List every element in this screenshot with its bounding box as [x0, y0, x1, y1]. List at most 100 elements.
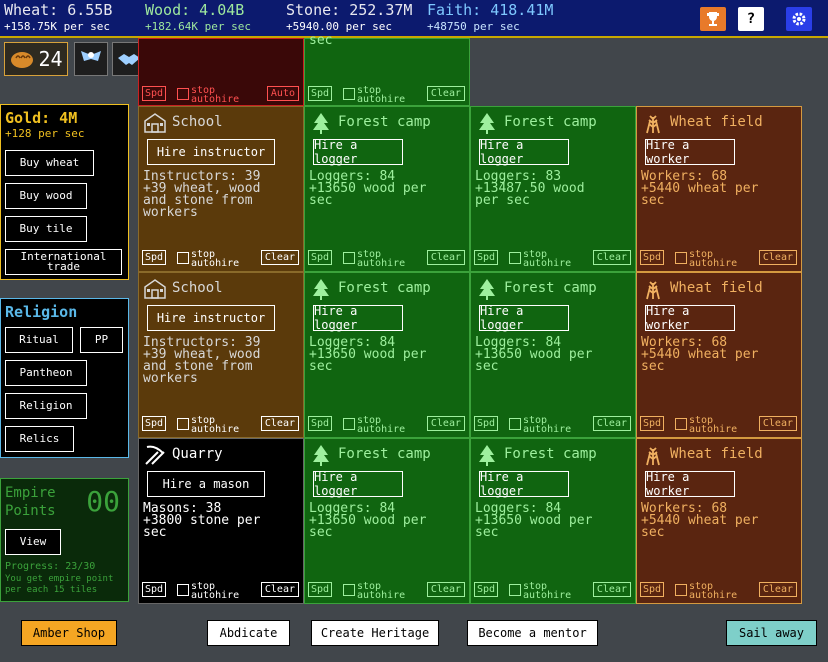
- tile-stats: Loggers: 84 +13650 wood per sec: [309, 501, 427, 540]
- hire-button[interactable]: Hire a mason: [147, 471, 265, 497]
- clear-button[interactable]: Clear: [592, 582, 631, 597]
- stop-autohire-checkbox[interactable]: [177, 584, 189, 596]
- stop-autohire-checkbox[interactable]: [343, 88, 355, 100]
- clear-button[interactable]: Clear: [426, 582, 465, 597]
- clear-button[interactable]: Clear: [758, 416, 797, 431]
- buy-tile-button[interactable]: Buy tile: [5, 216, 87, 242]
- stop-autohire-label: stop autohire: [191, 85, 240, 105]
- amber-shop-button[interactable]: Amber Shop: [21, 620, 117, 646]
- spd-button[interactable]: Spd: [142, 250, 167, 265]
- sail-away-button[interactable]: Sail away: [726, 620, 817, 646]
- hire-button[interactable]: Hire a worker: [645, 304, 735, 332]
- ritual-button[interactable]: Ritual: [5, 327, 73, 353]
- abdicate-button[interactable]: Abdicate: [207, 620, 290, 646]
- wheat-icon: [646, 281, 660, 300]
- spd-button[interactable]: Spd: [640, 250, 665, 265]
- tile-stats: Loggers: 84 +13650 wood per sec: [309, 169, 427, 208]
- tile-forest: Forest camp Hire a logger Loggers: 83 +134…: [470, 106, 636, 272]
- pp-button[interactable]: PP: [80, 327, 123, 353]
- spd-button[interactable]: Spd: [474, 582, 499, 597]
- tile-stats: Masons: 38 +3800 stone per sec: [143, 501, 261, 540]
- tile-school: School Hire instructor Instructors: 39 +39…: [138, 106, 304, 272]
- spd-button[interactable]: Spd: [640, 582, 665, 597]
- level-count: 24: [38, 47, 63, 71]
- spd-button[interactable]: Spd: [640, 416, 665, 431]
- hire-button[interactable]: Hire a worker: [645, 138, 735, 166]
- clear-button[interactable]: Clear: [260, 416, 299, 431]
- view-button[interactable]: View: [5, 529, 61, 555]
- stop-autohire-checkbox[interactable]: [177, 418, 189, 430]
- relics-button[interactable]: Relics: [5, 426, 74, 452]
- spd-button[interactable]: Spd: [308, 582, 333, 597]
- stop-autohire-label: stop autohire: [689, 415, 738, 435]
- clear-button[interactable]: Clear: [758, 582, 797, 597]
- stop-autohire-checkbox[interactable]: [177, 88, 189, 100]
- buy-wheat-button[interactable]: Buy wheat: [5, 150, 94, 176]
- create-heritage-button[interactable]: Create Heritage: [311, 620, 439, 646]
- stop-autohire-checkbox[interactable]: [343, 584, 355, 596]
- clear-button[interactable]: Clear: [426, 416, 465, 431]
- hire-button[interactable]: Hire a logger: [313, 470, 403, 498]
- hire-button[interactable]: Hire a logger: [479, 138, 569, 166]
- religion-title: Religion: [5, 303, 78, 321]
- hire-button[interactable]: Hire instructor: [147, 305, 275, 331]
- empire-points-count: 00: [86, 485, 120, 518]
- spd-button[interactable]: Spd: [142, 416, 167, 431]
- gold-panel: Gold: 4M +128 per sec Buy wheat Buy wood…: [0, 104, 129, 280]
- religion-button[interactable]: Religion: [5, 393, 87, 419]
- international-trade-button[interactable]: International trade: [5, 249, 122, 275]
- clear-button[interactable]: Clear: [592, 250, 631, 265]
- become-mentor-button[interactable]: Become a mentor: [467, 620, 598, 646]
- auto-button[interactable]: Auto: [266, 86, 299, 101]
- trophy-button[interactable]: [700, 7, 726, 31]
- tile-quarry: Quarry Hire a mason Masons: 38 +3800 stone…: [138, 438, 304, 604]
- clear-button[interactable]: Clear: [260, 250, 299, 265]
- faith-amount: Faith: 418.41M: [427, 1, 554, 19]
- angel-button[interactable]: [74, 42, 108, 76]
- stop-autohire-checkbox[interactable]: [343, 252, 355, 264]
- wood-rate: +182.64K per sec: [145, 20, 251, 33]
- spd-button[interactable]: Spd: [474, 250, 499, 265]
- tile-stats: Workers: 68 +5440 wheat per sec: [641, 169, 759, 208]
- stop-autohire-checkbox[interactable]: [675, 252, 687, 264]
- buy-wood-button[interactable]: Buy wood: [5, 183, 87, 209]
- help-button[interactable]: ?: [738, 7, 764, 31]
- clear-button[interactable]: Clear: [426, 250, 465, 265]
- spd-button[interactable]: Spd: [474, 416, 499, 431]
- spd-button[interactable]: Spd: [142, 86, 167, 101]
- religion-panel: Religion Ritual PP Pantheon Religion Rel…: [0, 298, 129, 458]
- stop-autohire-checkbox[interactable]: [177, 252, 189, 264]
- hire-button[interactable]: Hire instructor: [147, 139, 275, 165]
- clear-button[interactable]: Clear: [260, 582, 299, 597]
- stone-resource: Stone: 252.37M +5940.00 per sec: [286, 1, 412, 33]
- hire-button[interactable]: Hire a logger: [479, 470, 569, 498]
- spd-button[interactable]: Spd: [308, 250, 333, 265]
- stop-autohire-checkbox[interactable]: [509, 584, 521, 596]
- stop-autohire-checkbox[interactable]: [509, 418, 521, 430]
- stop-autohire-checkbox[interactable]: [343, 418, 355, 430]
- wheat-amount: Wheat: 6.55B: [4, 1, 113, 19]
- stop-autohire-checkbox[interactable]: [509, 252, 521, 264]
- hire-button[interactable]: Hire a logger: [313, 138, 403, 166]
- tile-stats: Loggers: 84 +13650 wood per sec: [309, 335, 427, 374]
- stop-autohire-checkbox[interactable]: [675, 418, 687, 430]
- bread-icon: [11, 52, 34, 68]
- clear-button[interactable]: Clear: [426, 86, 465, 101]
- tile-title: Wheat field: [670, 446, 763, 462]
- spd-button[interactable]: Spd: [308, 86, 333, 101]
- clear-button[interactable]: Clear: [758, 250, 797, 265]
- hire-button[interactable]: Hire a logger: [313, 304, 403, 332]
- wheat-icon: [646, 447, 660, 466]
- stop-autohire-checkbox[interactable]: [675, 584, 687, 596]
- spd-button[interactable]: Spd: [308, 416, 333, 431]
- settings-button[interactable]: [786, 7, 812, 31]
- wood-amount: Wood: 4.04B: [145, 1, 245, 19]
- school-building-icon: [144, 279, 166, 299]
- hire-button[interactable]: Hire a logger: [479, 304, 569, 332]
- pantheon-button[interactable]: Pantheon: [5, 360, 87, 386]
- empire-progress: Progress: 23/30: [5, 561, 96, 572]
- spd-button[interactable]: Spd: [142, 582, 167, 597]
- hire-button[interactable]: Hire a worker: [645, 470, 735, 498]
- level-button[interactable]: 24: [4, 42, 68, 76]
- clear-button[interactable]: Clear: [592, 416, 631, 431]
